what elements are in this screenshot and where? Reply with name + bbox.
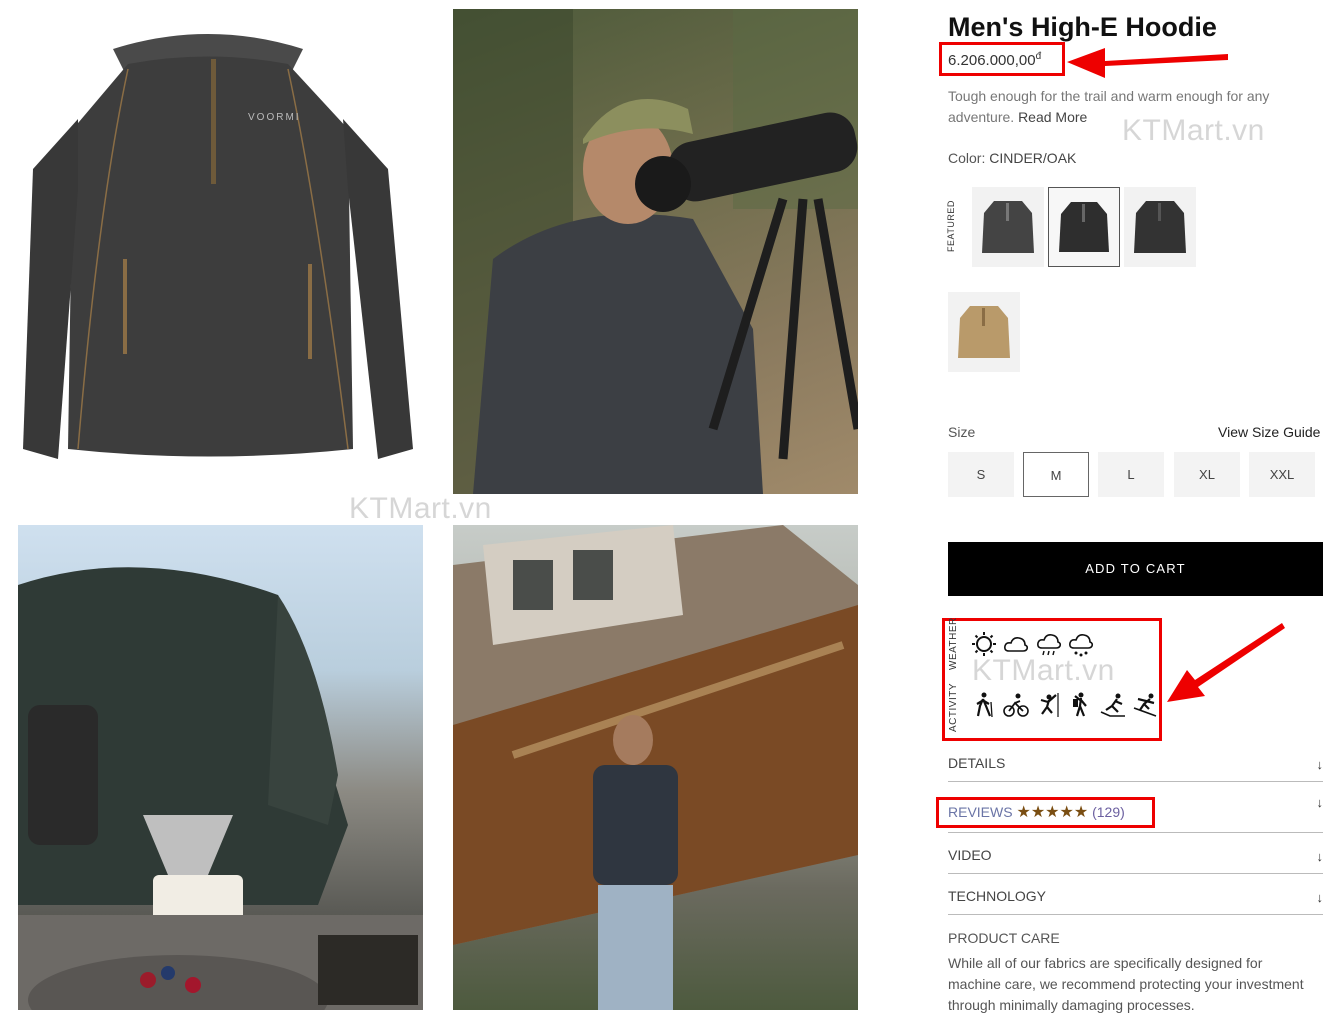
weather-label: WEATHER (948, 617, 959, 670)
gallery-image-coffee[interactable] (18, 525, 423, 1010)
currency-symbol: đ (1035, 51, 1042, 62)
watermark-text: KTMart.vn (349, 492, 492, 525)
color-label-text: Color: (948, 150, 986, 166)
skiing-icon (1133, 693, 1157, 717)
accordion-video[interactable]: VIDEO ↓ (948, 847, 1324, 864)
climbing-icon (1040, 693, 1059, 717)
size-option-s[interactable]: S (948, 452, 1014, 497)
read-more-link[interactable]: Read More (1018, 109, 1087, 125)
divider (948, 873, 1323, 874)
accordion-details[interactable]: DETAILS ↓ (948, 755, 1324, 772)
size-label: Size (948, 424, 976, 440)
video-label: VIDEO (948, 847, 992, 863)
divider (948, 781, 1323, 782)
product-price: 6.206.000,00đ (948, 51, 1041, 69)
details-label: DETAILS (948, 755, 1006, 771)
watermark-text: KTMart.vn (1122, 114, 1265, 147)
chevron-down-icon: ↓ (1316, 890, 1324, 905)
accordion-reviews[interactable]: REVIEWS ★★★★★ (129) ↓ (948, 795, 1323, 822)
divider (948, 832, 1323, 833)
size-option-m[interactable]: M (1023, 452, 1089, 497)
size-option-xxl[interactable]: XXL (1249, 452, 1315, 497)
chevron-down-icon: ↓ (1316, 849, 1324, 864)
gallery-image-hoodie-product[interactable]: VOORMI (18, 9, 423, 494)
rating-stars: ★★★★★ (1016, 804, 1089, 821)
mountaineering-icon (1073, 692, 1087, 717)
snowshoe-icon (1100, 693, 1125, 717)
product-title: Men's High-E Hoodie (948, 12, 1217, 42)
reviews-count: (129) (1092, 804, 1125, 820)
accordion-technology[interactable]: TECHNOLOGY ↓ (948, 888, 1324, 905)
reviews-label: REVIEWS (948, 804, 1013, 820)
cycling-icon (1003, 693, 1029, 717)
color-selector-label: Color: CINDER/OAK (948, 150, 1076, 166)
gallery-image-spotting-scope[interactable] (453, 9, 858, 494)
chevron-down-icon: ↓ (1316, 795, 1324, 810)
product-care-text: While all of our fabrics are specificall… (948, 955, 1304, 1013)
color-swatch-2[interactable] (1048, 187, 1120, 267)
gallery-image-boat[interactable] (453, 525, 858, 1010)
size-option-xl[interactable]: XL (1174, 452, 1240, 497)
size-option-l[interactable]: L (1098, 452, 1164, 497)
watermark-text: KTMart.vn (972, 654, 1115, 687)
brand-logo: VOORMI (248, 112, 301, 123)
color-value: CINDER/OAK (989, 150, 1077, 166)
size-guide-link[interactable]: View Size Guide (1218, 424, 1320, 440)
divider (948, 914, 1323, 915)
featured-label: FEATURED (946, 200, 956, 252)
chevron-down-icon: ↓ (1316, 757, 1324, 772)
color-swatch-1[interactable] (972, 187, 1044, 267)
hiking-icon (976, 692, 993, 718)
product-care-title: PRODUCT CARE (948, 930, 1060, 946)
color-swatch-3[interactable] (1124, 187, 1196, 267)
activity-label: ACTIVITY (948, 682, 959, 732)
price-value: 6.206.000,00 (948, 52, 1036, 69)
technology-label: TECHNOLOGY (948, 888, 1047, 904)
color-swatch-4[interactable] (948, 292, 1020, 372)
add-to-cart-button[interactable]: ADD TO CART (948, 542, 1323, 596)
